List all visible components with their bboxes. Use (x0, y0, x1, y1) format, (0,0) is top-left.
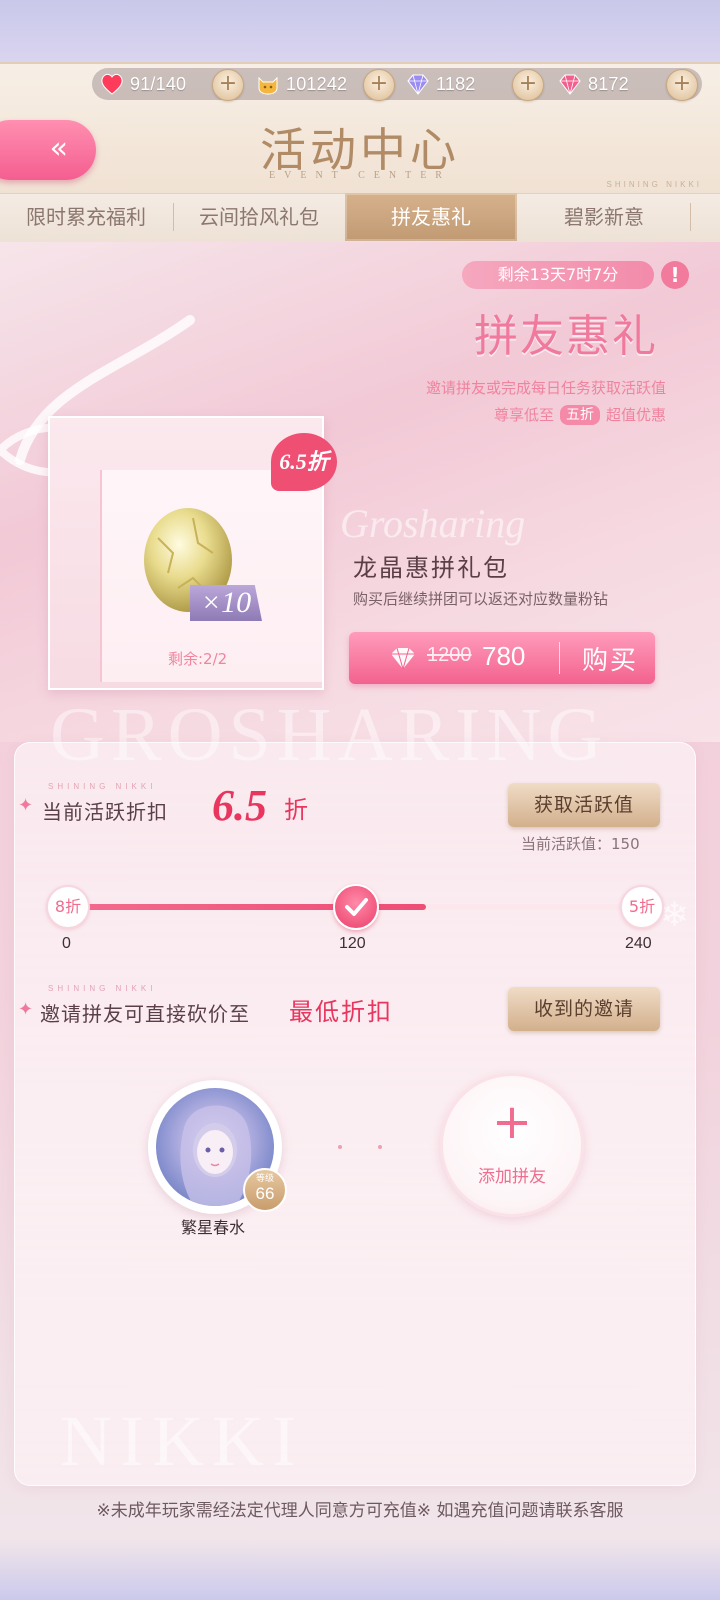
current-activity-value: 当前活跃值：150 (521, 835, 640, 853)
diamond-icon (407, 74, 429, 95)
friend-name: 繁星春水 (181, 1218, 246, 1237)
footer-notice: ※未成年玩家需经法定代理人同意方可充值※ 如遇充值问题请联系客服 (96, 1501, 624, 1521)
old-price: 1200 (427, 644, 472, 666)
gold-value: 101242 (286, 73, 348, 94)
pack-remaining: 剩余:2/2 (168, 650, 228, 668)
add-stamina-button[interactable]: + (212, 69, 244, 101)
progress-node-start: 8折 (46, 885, 90, 929)
invite-label: 邀请拼友可直接砍价至 (40, 1002, 250, 1026)
progress-tick: 240 (625, 935, 652, 952)
plus-icon: + (491, 1094, 533, 1150)
section-brand: SHINING NIKKI (48, 984, 157, 993)
progress-tick: 120 (339, 935, 366, 952)
brand-label: SHINING NIKKI (606, 180, 702, 189)
gold-resource: 101242 (256, 68, 347, 100)
pack-description: 购买后继续拼团可以返还对应数量粉钻 (353, 590, 609, 608)
tab-group-deal[interactable]: 拼友惠礼 (345, 193, 517, 241)
discount-pill: 五折 (559, 404, 600, 425)
pink-diamond-icon (391, 647, 415, 670)
buy-divider (559, 642, 560, 674)
sparkle-icon: ✦ (18, 795, 34, 816)
connector-dot (338, 1145, 342, 1149)
script-watermark: Grosharing (340, 501, 526, 546)
tab-divider (690, 203, 691, 231)
event-title: 拼友惠礼 (474, 311, 658, 362)
section-brand: SHINING NIKKI (48, 782, 157, 791)
event-discount-note: 尊享低至 五折 超值优惠 (493, 404, 666, 425)
activity-discount-value: 6.5 (212, 781, 267, 830)
pack-name: 龙晶惠拼礼包 (353, 554, 509, 582)
pink-diamond-icon (559, 74, 581, 95)
tab-jade-shadow[interactable]: 碧影新意 (518, 193, 690, 241)
pink-diamond-value: 8172 (588, 73, 629, 94)
add-gold-button[interactable]: + (363, 69, 395, 101)
lowest-discount-label: 最低折扣 (289, 998, 393, 1026)
add-friend-button[interactable]: + 添加拼友 (440, 1073, 584, 1217)
level-badge: 等级 66 (243, 1168, 287, 1212)
connector-dot (378, 1145, 382, 1149)
add-pink-diamond-button[interactable]: + (666, 69, 698, 101)
activity-discount-unit: 折 (284, 796, 308, 824)
add-diamond-button[interactable]: + (512, 69, 544, 101)
tab-recharge-bonus[interactable]: 限时累充福利 (0, 193, 172, 241)
countdown-timer: 剩余13天7时7分 (462, 261, 654, 289)
diamond-value: 1182 (436, 73, 476, 94)
discount-badge: 6.5折 (271, 433, 337, 491)
buy-label: 购买 (582, 646, 639, 676)
tab-cloud-pack[interactable]: 云间拾风礼包 (174, 193, 344, 241)
sparkle-icon: ✦ (18, 999, 34, 1020)
stamina-value: 91/140 (130, 73, 187, 94)
progress-node-end: 5折 (620, 885, 664, 929)
buy-button[interactable]: 1200 780 购买 (349, 632, 655, 684)
bottom-watermark: NIKKI (60, 1401, 304, 1481)
stamina-resource: 91/140 (100, 68, 186, 100)
progress-tick: 0 (62, 935, 71, 952)
pink-diamond-resource: 8172 (558, 68, 629, 100)
item-count-tag: ×10 (190, 585, 262, 621)
cat-coin-icon (258, 76, 278, 95)
diamond-resource: 1182 (406, 68, 476, 100)
event-description: 邀请拼友或完成每日任务获取活跃值 (425, 379, 666, 397)
progress-checkpoint (333, 884, 379, 930)
get-activity-button[interactable]: 获取活跃值 (508, 783, 660, 827)
heart-icon (101, 73, 123, 95)
add-friend-label: 添加拼友 (478, 1167, 546, 1187)
received-invites-button[interactable]: 收到的邀请 (508, 987, 660, 1031)
info-icon[interactable]: ! (661, 261, 689, 289)
activity-discount-label: 当前活跃折扣 (42, 800, 168, 824)
check-icon (345, 898, 368, 916)
new-price: 780 (482, 641, 526, 671)
